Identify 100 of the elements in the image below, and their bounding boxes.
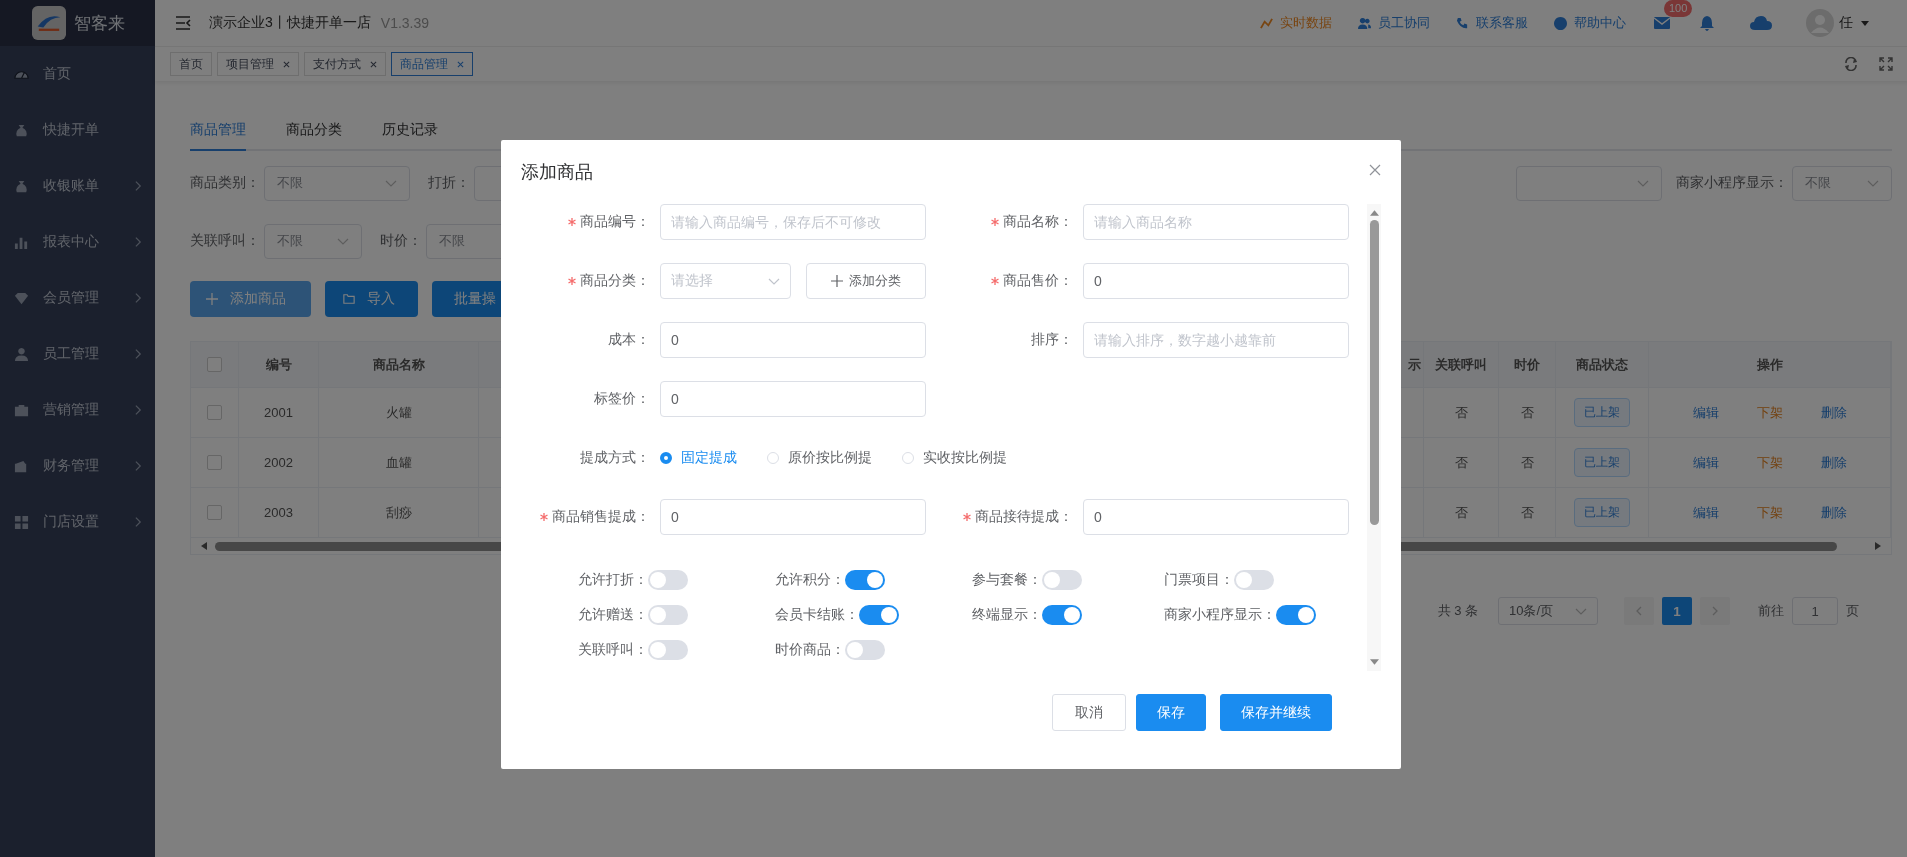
radio-option[interactable]: 实收按比例提 (902, 449, 1007, 467)
field-label: 商品分类： (580, 272, 650, 290)
row-action-link[interactable]: 编辑 (1692, 453, 1719, 472)
switch-label: 商家小程序显示： (1164, 606, 1276, 624)
radio-option[interactable]: 原价按比例提 (767, 449, 872, 467)
row-action-link[interactable]: 删除 (1820, 503, 1847, 522)
switch-label: 允许打折： (578, 571, 648, 589)
input-field[interactable]: 0 (660, 499, 926, 535)
header-link[interactable]: 帮助中心 (1554, 14, 1626, 32)
action-button[interactable]: 添加商品 (190, 281, 311, 317)
filter-label: 商家小程序显示： (1676, 174, 1788, 192)
sidebar-item[interactable]: 财务管理 (0, 438, 155, 494)
column-header: 编号 (239, 342, 319, 387)
filter-select[interactable]: 不限 (1792, 165, 1892, 201)
table-cell: 否 (1424, 388, 1499, 437)
page-tab[interactable]: 项目管理 (217, 52, 299, 76)
page-suffix: 页 (1846, 602, 1859, 620)
dialog-button[interactable]: 保存并继续 (1220, 694, 1332, 731)
status-tag: 已上架 (1574, 498, 1630, 527)
field-label: 商品销售提成： (552, 508, 650, 526)
input-field[interactable]: 0 (660, 322, 926, 358)
header-link[interactable]: 员工协同 (1358, 14, 1430, 32)
field-label: 商品编号： (580, 213, 650, 231)
header-link[interactable]: 实时数据 (1260, 14, 1332, 32)
switch-label: 终端显示： (972, 606, 1042, 624)
row-action-link[interactable]: 编辑 (1692, 503, 1719, 522)
switch-label: 允许积分： (775, 571, 845, 589)
field-label: 成本： (608, 331, 650, 349)
total-count: 共 3 条 (1437, 602, 1478, 620)
page-size-select[interactable]: 10条/页 (1498, 597, 1598, 625)
filter-label: 时价： (380, 232, 422, 250)
filter-select[interactable]: 不限 (264, 223, 362, 259)
filter-label: 打折： (428, 174, 470, 192)
dialog-button[interactable]: 取消 (1052, 694, 1126, 731)
page-tab[interactable]: 商品管理 (391, 52, 473, 76)
sidebar-item[interactable]: 营销管理 (0, 382, 155, 438)
sidebar-item[interactable]: 首页 (0, 46, 155, 102)
table-cell: 否 (1499, 388, 1556, 437)
add-category-button[interactable]: 添加分类 (806, 263, 926, 299)
store-title: 演示企业3丨快捷开单一店 (209, 14, 371, 32)
column-header: 时价 (1499, 342, 1556, 387)
page-number[interactable]: 1 (1662, 597, 1692, 625)
table-cell: 刮痧 (319, 488, 479, 537)
input-field[interactable]: 0 (1083, 263, 1349, 299)
filter-select[interactable]: 不限 (264, 165, 410, 201)
content-tab[interactable]: 商品管理 (190, 111, 246, 151)
table-cell: 2003 (239, 488, 319, 537)
switch-label: 参与套餐： (972, 571, 1042, 589)
input-field[interactable]: 请输入商品名称 (1083, 204, 1349, 240)
sidebar-item[interactable]: 快捷开单 (0, 102, 155, 158)
row-action-link[interactable]: 删除 (1820, 453, 1847, 472)
field-label: 标签价： (594, 390, 650, 408)
table-cell: 火罐 (319, 388, 479, 437)
row-action-link[interactable]: 删除 (1820, 403, 1847, 422)
user-name[interactable]: 任 (1839, 14, 1853, 32)
table-cell: 否 (1499, 438, 1556, 487)
category-select[interactable]: 请选择 (660, 263, 791, 299)
row-action-link[interactable]: 编辑 (1692, 403, 1719, 422)
column-header: 关联呼叫 (1424, 342, 1499, 387)
sidebar-item[interactable]: 员工管理 (0, 326, 155, 382)
page-tab[interactable]: 支付方式 (304, 52, 386, 76)
row-action-link[interactable]: 下架 (1756, 453, 1783, 472)
action-button[interactable]: 导入 (325, 281, 418, 317)
table-cell: 否 (1424, 438, 1499, 487)
field-label: 商品接待提成： (975, 508, 1073, 526)
field-label: 商品售价： (1003, 272, 1073, 290)
filter-label: 关联呼叫： (190, 232, 260, 250)
status-tag: 已上架 (1574, 398, 1630, 427)
table-cell: 否 (1499, 488, 1556, 537)
status-tag: 已上架 (1574, 448, 1630, 477)
content-tab[interactable]: 历史记录 (382, 111, 438, 149)
sidebar-item[interactable]: 收银账单 (0, 158, 155, 214)
filter-label: 商品类别： (190, 174, 260, 192)
content-tab[interactable]: 商品分类 (286, 111, 342, 149)
notification-badge: 100 (1664, 0, 1693, 17)
dialog-title: 添加商品 (521, 161, 593, 184)
goto-label: 前往 (1758, 602, 1784, 620)
table-cell: 2002 (239, 438, 319, 487)
table-cell: 2001 (239, 388, 319, 437)
input-field[interactable]: 0 (660, 381, 926, 417)
column-header: 商品名称 (319, 342, 479, 387)
field-label: 商品名称： (1003, 213, 1073, 231)
input-field[interactable]: 0 (1083, 499, 1349, 535)
sidebar-item[interactable]: 门店设置 (0, 494, 155, 550)
row-action-link[interactable]: 下架 (1756, 503, 1783, 522)
switch-label: 允许赠送： (578, 606, 648, 624)
logo-text: 智客来 (74, 12, 125, 35)
dialog-button[interactable]: 保存 (1136, 694, 1206, 731)
switch-label: 关联呼叫： (578, 641, 648, 659)
page-input[interactable]: 1 (1792, 597, 1838, 625)
page-tab[interactable]: 首页 (170, 52, 212, 76)
switch-label: 会员卡结账： (775, 606, 859, 624)
column-header: 操作 (1649, 342, 1891, 387)
sidebar-item[interactable]: 会员管理 (0, 270, 155, 326)
input-field[interactable]: 请输入排序，数字越小越靠前 (1083, 322, 1349, 358)
radio-option[interactable]: 固定提成 (660, 449, 737, 467)
row-action-link[interactable]: 下架 (1756, 403, 1783, 422)
sidebar-item[interactable]: 报表中心 (0, 214, 155, 270)
input-field[interactable]: 请输入商品编号，保存后不可修改 (660, 204, 926, 240)
header-link[interactable]: 联系客服 (1456, 14, 1528, 32)
